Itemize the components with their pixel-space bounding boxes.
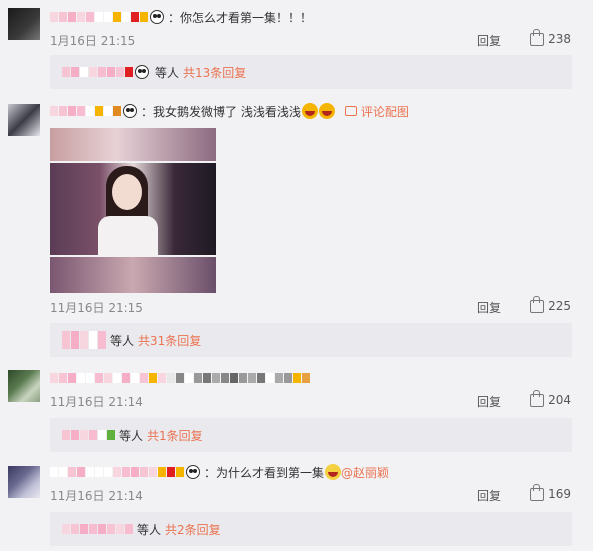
panda-emoji-icon (135, 65, 149, 79)
others-label: 等人 (119, 428, 144, 443)
comment-meta: 11月16日 21:14 回复 204 (50, 389, 571, 410)
comment-line: ：为什么才看到第一集 @赵丽颖 (50, 463, 389, 481)
reply-button[interactable]: 回复 (477, 32, 501, 49)
reply-button[interactable]: 回复 (477, 393, 501, 410)
like-count: 169 (548, 487, 571, 501)
comment-line (50, 369, 310, 387)
thumbs-up-icon (530, 28, 545, 46)
comment-text: ：我女鹅发微博了 浅浅看浅浅 (141, 104, 301, 119)
sub-replies-box: 等人 共2条回复 (50, 512, 572, 546)
laughing-emoji-icon (318, 103, 335, 119)
comment-time: 11月16日 21:14 (50, 395, 143, 409)
like-button[interactable]: 169 (530, 483, 571, 501)
panda-emoji-icon (186, 465, 200, 479)
others-label: 等人 (155, 65, 180, 80)
thumbs-up-icon (530, 389, 545, 407)
sub-replies-box: 等人 共31条回复 (50, 323, 572, 357)
mention-link[interactable]: @赵丽颖 (341, 464, 389, 481)
comment-picture-label: 评论配图 (360, 104, 409, 119)
thumbs-up-icon (530, 295, 545, 313)
username-mosaic[interactable] (50, 106, 121, 116)
like-button[interactable]: 225 (530, 295, 571, 313)
others-label: 等人 (110, 333, 135, 348)
username-mosaic[interactable] (50, 467, 184, 477)
view-replies-link[interactable]: 共13条回复 (183, 64, 246, 81)
reply-button[interactable]: 回复 (477, 487, 501, 504)
image-icon (344, 106, 357, 116)
replier-mosaic (62, 331, 106, 349)
laughing-emoji-icon (301, 103, 318, 119)
comment-meta: 11月16日 21:14 回复 169 (50, 483, 571, 504)
comment-photo[interactable] (50, 128, 216, 293)
avatar[interactable] (8, 104, 40, 136)
comment-line: ：我女鹅发微博了 浅浅看浅浅 评论配图 (50, 102, 409, 120)
view-replies-link[interactable]: 共31条回复 (138, 332, 201, 349)
like-count: 238 (548, 32, 571, 46)
view-replies-link[interactable]: 共1条回复 (147, 427, 203, 444)
comment-time: 1月16日 21:15 (50, 34, 136, 48)
panda-emoji-icon (150, 10, 164, 24)
comment-text: ：为什么才看到第一集 (204, 465, 325, 480)
like-button[interactable]: 204 (530, 389, 571, 407)
sub-replies-box: 等人 共1条回复 (50, 418, 572, 452)
comment-text: ：你怎么才看第一集！！！ (168, 10, 313, 25)
like-count: 225 (548, 299, 571, 313)
thumbs-up-icon (530, 483, 545, 501)
view-replies-link[interactable]: 共2条回复 (165, 521, 221, 538)
thinking-emoji-icon (325, 464, 342, 480)
reply-button[interactable]: 回复 (477, 299, 501, 316)
avatar[interactable] (8, 370, 40, 402)
comment-meta: 1月16日 21:15 回复 238 (50, 28, 571, 49)
avatar[interactable] (8, 466, 40, 498)
username-mosaic[interactable] (50, 12, 148, 22)
comment-time: 11月16日 21:14 (50, 489, 143, 503)
comment-meta: 11月16日 21:15 回复 225 (50, 295, 571, 316)
replier-mosaic (62, 524, 133, 534)
comment-picture-link[interactable]: 评论配图 (344, 103, 409, 120)
avatar[interactable] (8, 8, 40, 40)
comment-line: ：你怎么才看第一集！！！ (50, 8, 312, 26)
replier-mosaic (62, 430, 115, 440)
sub-replies-box: 等人 共13条回复 (50, 55, 572, 89)
username-mosaic[interactable] (50, 373, 310, 383)
panda-emoji-icon (123, 104, 137, 118)
like-count: 204 (548, 393, 571, 407)
replier-mosaic (62, 67, 133, 77)
comment-time: 11月16日 21:15 (50, 301, 143, 315)
like-button[interactable]: 238 (530, 28, 571, 46)
others-label: 等人 (137, 522, 162, 537)
